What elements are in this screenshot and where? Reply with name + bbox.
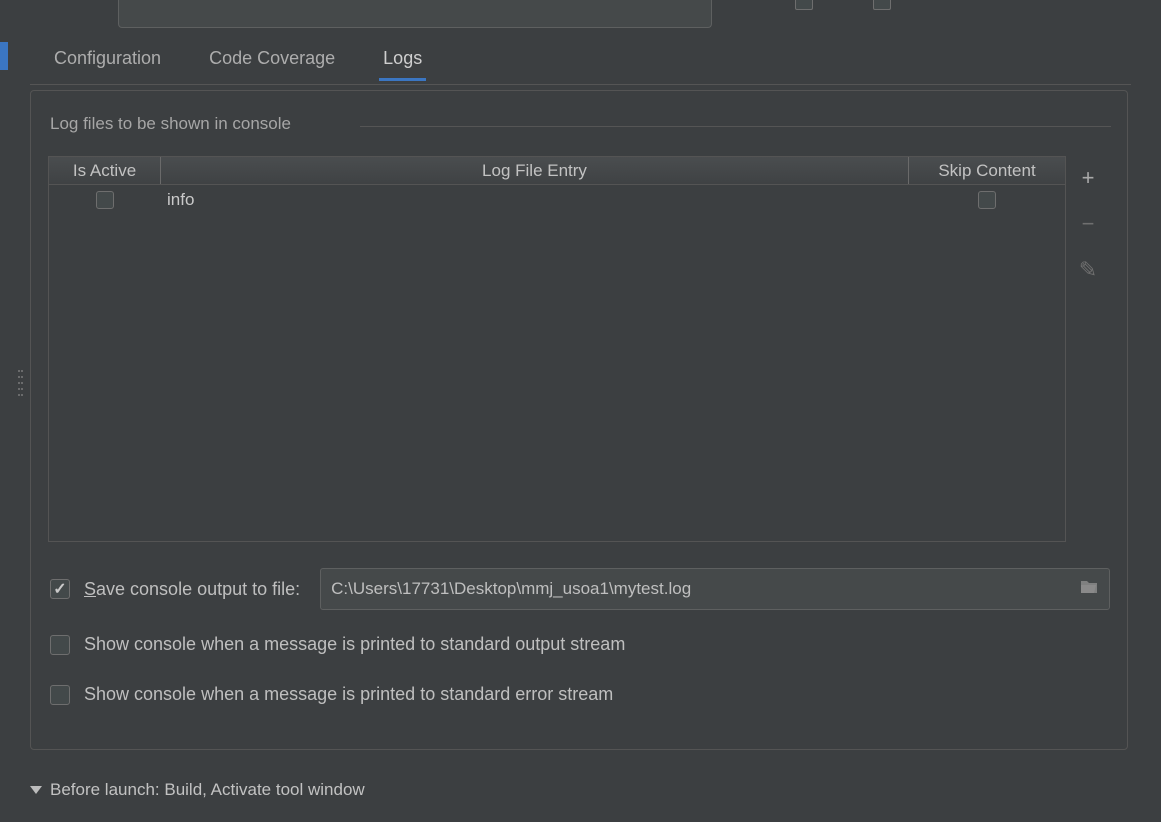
save-console-checkbox[interactable]: [50, 579, 70, 599]
plus-icon: +: [1082, 165, 1095, 191]
pencil-icon: ✎: [1079, 257, 1097, 283]
minus-icon: −: [1082, 211, 1095, 237]
table-header: Is Active Log File Entry Skip Content: [49, 157, 1065, 185]
show-console-stdout-label[interactable]: Show console when a message is printed t…: [84, 634, 625, 655]
show-console-stderr-checkbox[interactable]: [50, 685, 70, 705]
dialog-root: Configuration Code Coverage Logs Log fil…: [0, 0, 1161, 822]
tab-code-coverage[interactable]: Code Coverage: [209, 48, 335, 79]
table-body: info: [49, 185, 1065, 541]
table-side-toolbar: + − ✎: [1072, 166, 1104, 282]
log-files-table: Is Active Log File Entry Skip Content in…: [48, 156, 1066, 542]
before-launch-label: Before launch: Build, Activate tool wind…: [50, 780, 365, 800]
fieldset-line: [360, 126, 1111, 127]
show-console-stderr-row: Show console when a message is printed t…: [50, 684, 613, 705]
show-console-stderr-label[interactable]: Show console when a message is printed t…: [84, 684, 613, 705]
show-console-stdout-row: Show console when a message is printed t…: [50, 634, 625, 655]
col-log-file-entry[interactable]: Log File Entry: [161, 157, 909, 184]
is-active-checkbox[interactable]: [96, 191, 114, 209]
log-files-fieldset-label: Log files to be shown in console: [46, 114, 295, 134]
top-checkbox-2[interactable]: [873, 0, 891, 10]
save-path-value: C:\Users\17731\Desktop\mmj_usoa1\mytest.…: [331, 579, 691, 599]
log-entry-cell[interactable]: info: [161, 190, 909, 210]
tab-configuration[interactable]: Configuration: [54, 48, 161, 79]
tab-logs[interactable]: Logs: [383, 48, 422, 79]
top-text-field-partial[interactable]: [118, 0, 712, 28]
edit-button[interactable]: ✎: [1076, 258, 1100, 282]
save-console-row: Save console output to file: C:\Users\17…: [50, 568, 1110, 610]
before-launch-section[interactable]: Before launch: Build, Activate tool wind…: [30, 780, 365, 800]
expand-triangle-icon: [30, 786, 42, 794]
skip-content-checkbox[interactable]: [978, 191, 996, 209]
top-checkbox-1[interactable]: [795, 0, 813, 10]
top-right-checkboxes: [795, 0, 1135, 28]
browse-folder-icon[interactable]: [1079, 579, 1099, 600]
tab-bar: Configuration Code Coverage Logs: [54, 48, 422, 79]
add-button[interactable]: +: [1076, 166, 1100, 190]
tab-separator: [30, 84, 1131, 85]
save-path-input[interactable]: C:\Users\17731\Desktop\mmj_usoa1\mytest.…: [320, 568, 1110, 610]
col-skip-content[interactable]: Skip Content: [909, 157, 1065, 184]
splitter-handle[interactable]: [18, 370, 24, 396]
table-row[interactable]: info: [49, 185, 1065, 215]
save-console-label[interactable]: Save console output to file:: [84, 579, 300, 600]
col-is-active[interactable]: Is Active: [49, 157, 161, 184]
remove-button[interactable]: −: [1076, 212, 1100, 236]
selection-indicator: [0, 42, 8, 70]
show-console-stdout-checkbox[interactable]: [50, 635, 70, 655]
